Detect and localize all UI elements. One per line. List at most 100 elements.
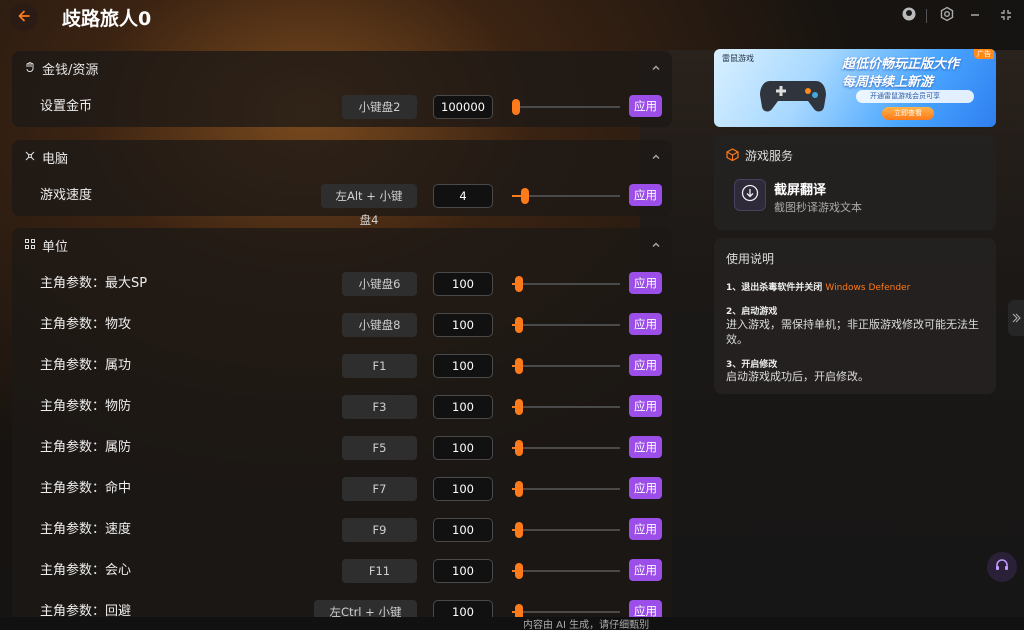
option-label: 主角参数：属防 (40, 440, 132, 455)
option-row: 主角参数：物防 F3 100 应用 (12, 395, 672, 435)
apply-button[interactable]: 应用 (629, 313, 662, 335)
option-row: 设置金币 小键盘2 100000 应用 (12, 95, 672, 135)
section-header[interactable]: 金钱/资源 (24, 59, 98, 78)
slider-thumb[interactable] (515, 358, 523, 374)
slider-thumb[interactable] (515, 317, 523, 333)
value-slider[interactable] (512, 399, 620, 415)
slider-thumb[interactable] (515, 440, 523, 456)
collapse-icon (999, 7, 1013, 26)
apply-button[interactable]: 应用 (629, 559, 662, 581)
section-money: 金钱/资源 设置金币 小键盘2 100000 应用 (12, 51, 672, 127)
section-title: 单位 (42, 240, 69, 255)
apply-button[interactable]: 应用 (629, 518, 662, 540)
value-slider[interactable] (512, 317, 620, 333)
slider-thumb[interactable] (521, 188, 529, 204)
value-slider[interactable] (512, 440, 620, 456)
slider-thumb[interactable] (515, 563, 523, 579)
value-input[interactable]: 100 (433, 436, 493, 460)
hotkey-badge[interactable]: 左Alt + 小键盘4 (321, 184, 417, 227)
value-input[interactable]: 100 (433, 313, 493, 337)
record-button[interactable] (900, 7, 918, 25)
apply-button[interactable]: 应用 (629, 184, 662, 206)
game-service-card: 游戏服务 截屏翻译 截图秒译游戏文本 (714, 135, 996, 230)
minimize-icon (968, 7, 982, 26)
hotkey-badge[interactable]: F3 (342, 395, 417, 419)
hotkey-badge[interactable]: F7 (342, 477, 417, 501)
promo-banner[interactable]: 雷鼠游戏 广告 超低价畅玩正版大作 每周持续上新游 开通雷鼠游戏会员可享 立即查… (714, 49, 996, 127)
slider-thumb[interactable] (515, 399, 523, 415)
hotkey-badge[interactable]: F9 (342, 518, 417, 542)
banner-brand: 雷鼠游戏 (722, 54, 754, 63)
slider-thumb[interactable] (512, 99, 520, 115)
banner-cta-button[interactable]: 立即查看 (882, 107, 934, 120)
apply-button[interactable]: 应用 (629, 272, 662, 294)
minimize-button[interactable] (966, 7, 984, 25)
service-title: 游戏服务 (745, 149, 794, 163)
option-label: 主角参数：属功 (40, 358, 132, 373)
apply-button[interactable]: 应用 (629, 436, 662, 458)
option-row: 主角参数：命中 F7 100 应用 (12, 477, 672, 517)
slider-thumb[interactable] (515, 481, 523, 497)
chevron-up-icon[interactable] (650, 148, 662, 160)
apply-button[interactable]: 应用 (629, 95, 662, 117)
hotkey-badge[interactable]: F11 (342, 559, 417, 583)
value-input[interactable]: 100 (433, 395, 493, 419)
apply-button[interactable]: 应用 (629, 354, 662, 376)
step-1-title: 1、退出杀毒软件并关闭 (726, 283, 823, 293)
step-3-text: 启动游戏成功后，开启修改。 (726, 370, 869, 383)
value-slider[interactable] (512, 99, 620, 115)
service-name[interactable]: 截屏翻译 (774, 179, 826, 198)
support-button[interactable] (987, 552, 1017, 582)
option-row: 主角参数：属功 F1 100 应用 (12, 354, 672, 394)
value-input[interactable]: 4 (433, 184, 493, 208)
settings-button[interactable] (938, 6, 956, 26)
ai-disclaimer: 内容由 AI 生成，请仔细甄别 (523, 620, 650, 630)
step-2-text: 进入游戏，需保持单机；非正版游戏修改可能无法生效。 (726, 318, 979, 346)
hotkey-badge[interactable]: F5 (342, 436, 417, 460)
page-title: 歧路旅人0 (62, 8, 152, 30)
chevron-up-icon[interactable] (650, 236, 662, 248)
value-input[interactable]: 100 (433, 477, 493, 501)
slider-thumb[interactable] (515, 276, 523, 292)
value-slider[interactable] (512, 276, 620, 292)
hotkey-badge[interactable]: 小键盘2 (342, 95, 417, 119)
value-slider[interactable] (512, 188, 620, 204)
value-input[interactable]: 100 (433, 559, 493, 583)
value-slider[interactable] (512, 604, 620, 620)
slider-thumb[interactable] (515, 522, 523, 538)
apply-button[interactable]: 应用 (629, 477, 662, 499)
expand-sidebar-button[interactable] (1008, 300, 1024, 336)
hotkey-badge[interactable]: 小键盘6 (342, 272, 417, 296)
instruction-step-1: 1、退出杀毒软件并关闭 Windows Defender (726, 280, 910, 293)
footer-bar: 内容由 AI 生成，请仔细甄别 (0, 617, 1024, 630)
section-title: 金钱/资源 (42, 63, 99, 78)
back-button[interactable] (10, 3, 38, 31)
value-input[interactable]: 100 (433, 272, 493, 296)
value-input[interactable]: 100 (433, 354, 493, 378)
hotkey-badge[interactable]: F1 (342, 354, 417, 378)
value-input[interactable]: 100000 (433, 95, 493, 119)
cpu-icon (24, 150, 36, 166)
option-row: 主角参数：属防 F5 100 应用 (12, 436, 672, 476)
service-header: 游戏服务 (726, 147, 793, 164)
option-row: 游戏速度 左Alt + 小键盘4 4 应用 (12, 184, 672, 227)
section-header[interactable]: 电脑 (24, 148, 68, 167)
apply-button[interactable]: 应用 (629, 395, 662, 417)
option-label: 主角参数：最大SP (40, 276, 148, 291)
section-header[interactable]: 单位 (24, 236, 68, 255)
collapse-button[interactable] (997, 7, 1015, 25)
screenshot-translate-button[interactable] (734, 179, 766, 211)
chevron-up-icon[interactable] (650, 59, 662, 71)
value-slider[interactable] (512, 358, 620, 374)
value-slider[interactable] (512, 522, 620, 538)
value-slider[interactable] (512, 563, 620, 579)
option-label: 主角参数：物防 (40, 399, 132, 414)
title-bar: 歧路旅人0 (0, 0, 1024, 34)
hotkey-badge[interactable]: 小键盘8 (342, 313, 417, 337)
settings-icon (939, 6, 955, 26)
value-slider[interactable] (512, 481, 620, 497)
windows-defender-link[interactable]: Windows Defender (825, 283, 910, 293)
value-input[interactable]: 100 (433, 518, 493, 542)
option-label: 游戏速度 (40, 188, 93, 203)
option-label: 主角参数：速度 (40, 522, 132, 537)
